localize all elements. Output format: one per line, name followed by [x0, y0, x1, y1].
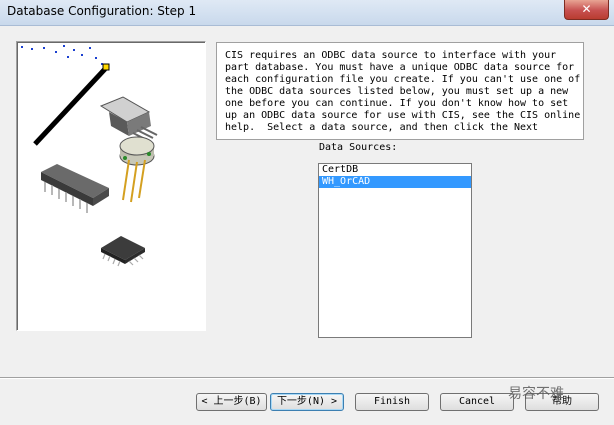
button-divider: [0, 377, 614, 379]
sparkle-dots-icon: [21, 45, 103, 65]
voltage-regulator-icon: [99, 96, 158, 142]
dialog-body: CIS requires an ODBC data source to inte…: [0, 26, 614, 425]
list-item-certdb[interactable]: CertDB: [319, 164, 471, 176]
component-illustration: [21, 45, 158, 267]
instruction-line: help. Select a data source, and then cli…: [225, 122, 539, 133]
wizard-illustration: [16, 41, 206, 331]
next-button[interactable]: 下一步(N) >: [270, 393, 344, 411]
instruction-line: the ODBC data sources listed below, you …: [225, 86, 569, 97]
instruction-line: up an ODBC data source for use with CIS,…: [225, 110, 581, 121]
wizard-window: Database Configuration: Step 1 ✕ CIS req…: [0, 0, 614, 425]
title-bar: Database Configuration: Step 1 ✕: [0, 0, 614, 26]
list-item-wh-orcad[interactable]: WH_OrCAD: [319, 176, 471, 188]
instructions-text: CIS requires an ODBC data source to inte…: [216, 42, 584, 140]
window-title: Database Configuration: Step 1: [7, 4, 197, 18]
instruction-line: each configuration file you create. If y…: [225, 74, 581, 85]
instruction-line: one before you can continue. If you don'…: [225, 98, 569, 109]
close-button[interactable]: ✕: [564, 0, 609, 20]
instruction-line: part database. You must have a unique OD…: [225, 62, 575, 73]
data-sources-label: Data Sources:: [319, 142, 398, 153]
instruction-line: CIS requires an ODBC data source to inte…: [225, 50, 557, 61]
dip-chip-icon: [41, 164, 109, 213]
back-button[interactable]: < 上一步(B): [196, 393, 267, 411]
cancel-button[interactable]: Cancel: [440, 393, 514, 411]
probe-wand-icon: [33, 63, 110, 146]
smd-chip-icon: [101, 236, 145, 267]
data-sources-list[interactable]: CertDB WH_OrCAD: [318, 163, 472, 338]
finish-button[interactable]: Finish: [355, 393, 429, 411]
watermark-text: 易容不难: [508, 386, 564, 402]
transistor-can-icon: [119, 136, 155, 203]
